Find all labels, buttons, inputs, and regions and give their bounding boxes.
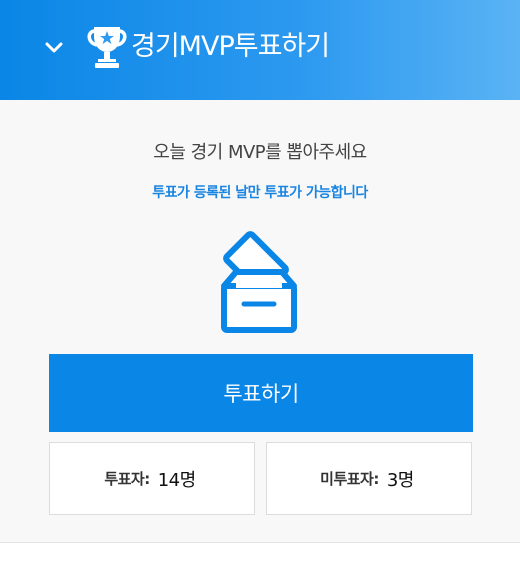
page-title: 경기MVP투표하기 — [131, 31, 330, 62]
mvp-vote-header: 경기MVP투표하기 — [0, 0, 520, 100]
nonvoters-label: 미투표자: — [320, 470, 379, 488]
chevron-down-icon[interactable] — [44, 38, 64, 58]
voters-value: 14명 — [153, 461, 200, 496]
ballot-box-icon — [221, 231, 297, 333]
voters-label: 투표자: — [104, 470, 150, 488]
nonvoters-value: 3명 — [382, 461, 418, 496]
vote-notice: 투표가 등록된 날만 투표가 가능합니다 — [152, 185, 368, 201]
vote-button[interactable]: 투표하기 — [49, 354, 473, 432]
trophy-icon — [87, 27, 127, 68]
nonvoters-count-box: 미투표자: 3명 — [266, 442, 472, 515]
voters-count-box: 투표자: 14명 — [49, 442, 255, 515]
vote-panel: 오늘 경기 MVP를 뽑아주세요 투표가 등록된 날만 투표가 가능합니다 투표… — [0, 100, 520, 542]
bottom-area — [0, 543, 520, 568]
vote-prompt: 오늘 경기 MVP를 뽑아주세요 — [153, 142, 367, 163]
